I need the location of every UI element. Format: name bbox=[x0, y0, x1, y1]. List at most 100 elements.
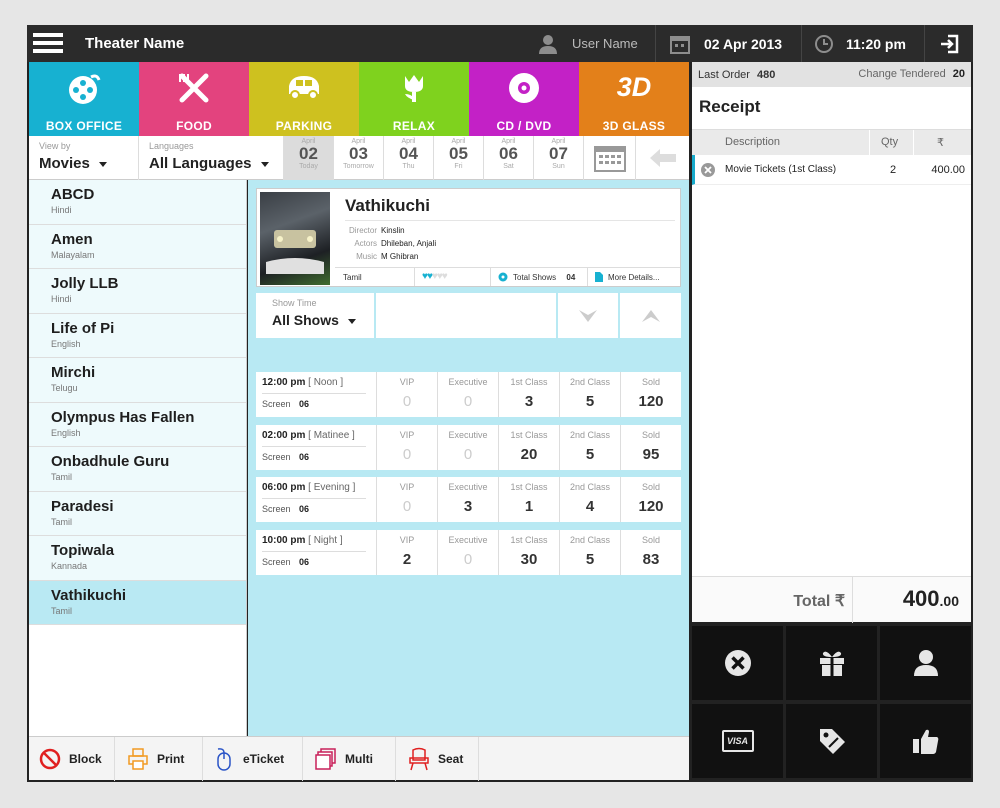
scroll-down-button[interactable] bbox=[558, 293, 618, 338]
gift-button[interactable] bbox=[786, 626, 877, 700]
languages-value: All Languages bbox=[149, 155, 252, 172]
eticket-button[interactable]: eTicket bbox=[203, 737, 303, 781]
seat-class-cell[interactable]: 2nd Class 5 bbox=[559, 372, 620, 417]
total-shows-label: Total Shows bbox=[513, 273, 557, 282]
block-button[interactable]: Block bbox=[29, 737, 115, 781]
show-row[interactable]: 02:00 pm [ Matinee ] Screen 06 VIP 0 Executi… bbox=[256, 424, 681, 470]
category-box-office[interactable]: BOX OFFICE bbox=[29, 62, 139, 136]
total-shows-value: 04 bbox=[566, 273, 576, 282]
seat-class-cell[interactable]: VIP 2 bbox=[376, 529, 437, 575]
date-tab[interactable]: April 03 Tomorrow bbox=[333, 136, 383, 180]
card-payment-button[interactable]: VISA bbox=[692, 704, 783, 778]
movie-list-item[interactable]: Onbadhule Guru Tamil bbox=[29, 447, 246, 492]
calendar-button[interactable] bbox=[583, 136, 635, 180]
remove-item-icon[interactable] bbox=[701, 163, 715, 177]
time-area: 11:20 pm bbox=[801, 25, 924, 62]
seat-class-cell[interactable]: Sold 83 bbox=[620, 529, 681, 575]
seat-class-cell[interactable]: Sold 120 bbox=[620, 372, 681, 417]
seat-class-cell[interactable]: Sold 95 bbox=[620, 424, 681, 470]
view-by-dropdown[interactable]: View by Movies bbox=[29, 136, 139, 180]
seat-class-cell[interactable]: 2nd Class 5 bbox=[559, 529, 620, 575]
date-tab[interactable]: April 05 Fri bbox=[433, 136, 483, 180]
movie-list-item[interactable]: Olympus Has Fallen English bbox=[29, 402, 246, 447]
seat-button[interactable]: Seat bbox=[396, 737, 479, 781]
print-button[interactable]: Print bbox=[115, 737, 203, 781]
show-period: [ Night ] bbox=[308, 534, 343, 546]
seat-class-cell[interactable]: Executive 0 bbox=[437, 529, 498, 575]
show-panel: Vathikuchi Director Kinslin Actors Dhileba… bbox=[248, 180, 689, 736]
show-row[interactable]: 10:00 pm [ Night ] Screen 06 VIP 2 Executive… bbox=[256, 529, 681, 575]
arrow-left-icon bbox=[649, 149, 676, 167]
back-button[interactable] bbox=[635, 136, 689, 180]
discount-tag-icon bbox=[819, 729, 845, 754]
show-search-area[interactable] bbox=[376, 293, 556, 338]
movie-title: Paradesi bbox=[51, 497, 114, 515]
confirm-button[interactable] bbox=[880, 704, 971, 778]
movie-list-item[interactable]: Paradesi Tamil bbox=[29, 491, 246, 536]
category-cd-dvd[interactable]: CD / DVD bbox=[469, 62, 579, 136]
seat-class-cell[interactable]: 1st Class 30 bbox=[498, 529, 559, 575]
receipt-line-item[interactable]: Movie Tickets (1st Class) 2 400.00 bbox=[692, 155, 971, 185]
movie-poster[interactable] bbox=[260, 192, 330, 285]
movie-list-item[interactable]: Topiwala Kannada bbox=[29, 536, 246, 581]
movie-list: ABCD Hindi Amen Malayalam Jolly LLB Hindi L… bbox=[29, 180, 247, 736]
movie-title: Amen bbox=[51, 230, 93, 248]
seat-class-cell[interactable]: 2nd Class 4 bbox=[559, 477, 620, 522]
seat-class-cell[interactable]: 1st Class 1 bbox=[498, 477, 559, 522]
seat-class-cell[interactable]: 2nd Class 5 bbox=[559, 424, 620, 470]
customer-button[interactable] bbox=[880, 626, 971, 700]
show-time-dropdown[interactable]: Show Time All Shows bbox=[256, 293, 374, 338]
show-row[interactable]: 06:00 pm [ Evening ] Screen 06 VIP 0 Executi… bbox=[256, 477, 681, 522]
category-3d-glass[interactable]: 3D 3D GLASS bbox=[579, 62, 689, 136]
languages-dropdown[interactable]: Languages All Languages bbox=[139, 136, 283, 180]
screen-value: 06 bbox=[299, 451, 310, 462]
more-details-link[interactable]: More Details... bbox=[608, 273, 660, 282]
show-row[interactable]: 12:00 pm [ Noon ] Screen 06 VIP 0 Executive 0… bbox=[256, 372, 681, 417]
logout-button[interactable] bbox=[924, 25, 973, 62]
receipt-header-row: Description Qty ₹ bbox=[692, 130, 971, 155]
movie-list-item[interactable]: Amen Malayalam bbox=[29, 224, 246, 269]
category-parking[interactable]: PARKING bbox=[249, 62, 359, 136]
seat-count: 0 bbox=[463, 393, 473, 410]
col-description: Description bbox=[725, 136, 781, 148]
multi-button[interactable]: Multi bbox=[303, 737, 396, 781]
cancel-order-button[interactable] bbox=[692, 626, 783, 700]
seat-class-cell[interactable]: 1st Class 20 bbox=[498, 424, 559, 470]
director-value: Kinslin bbox=[381, 226, 405, 235]
category-food[interactable]: FOOD bbox=[139, 62, 249, 136]
menu-icon[interactable] bbox=[33, 33, 63, 54]
seat-class-cell[interactable]: VIP 0 bbox=[376, 372, 437, 417]
top-bar: Theater Name User Name 02 Apr 2013 11:20… bbox=[27, 25, 973, 62]
last-order-value: 480 bbox=[757, 69, 776, 81]
scroll-up-button[interactable] bbox=[620, 293, 681, 338]
logout-icon bbox=[941, 34, 959, 53]
music-row: Music M Ghibran bbox=[341, 252, 418, 261]
film-reel-icon bbox=[69, 74, 101, 104]
date-tab[interactable]: April 07 Sun bbox=[533, 136, 583, 180]
last-order-label: Last Order bbox=[698, 69, 750, 81]
seat-class-cell[interactable]: Executive 3 bbox=[437, 477, 498, 522]
seat-class-cell[interactable]: Executive 0 bbox=[437, 372, 498, 417]
seat-class-cell[interactable]: VIP 0 bbox=[376, 424, 437, 470]
3d-icon: 3D bbox=[616, 72, 652, 102]
multi-copy-icon bbox=[315, 748, 336, 770]
seat-class-cell[interactable]: VIP 0 bbox=[376, 477, 437, 522]
date-tab[interactable]: April 06 Sat bbox=[483, 136, 533, 180]
movie-list-item[interactable]: ABCD Hindi bbox=[29, 180, 246, 225]
movie-list-item[interactable]: Jolly LLB Hindi bbox=[29, 269, 246, 314]
app-window: Theater Name User Name 02 Apr 2013 11:20… bbox=[27, 25, 973, 782]
seat-class-cell[interactable]: Sold 120 bbox=[620, 477, 681, 522]
category-relax[interactable]: RELAX bbox=[359, 62, 469, 136]
date-tab[interactable]: April 02 Today bbox=[283, 136, 333, 180]
seat-class-cell[interactable]: Executive 0 bbox=[437, 424, 498, 470]
movie-list-item-selected[interactable]: Vathikuchi Tamil bbox=[29, 580, 246, 625]
date-tab[interactable]: April 04 Thu bbox=[383, 136, 433, 180]
movie-list-item[interactable]: Life of Pi English bbox=[29, 313, 246, 358]
movie-list-item[interactable]: Mirchi Telugu bbox=[29, 358, 246, 403]
discount-button[interactable] bbox=[786, 704, 877, 778]
seat-class-label: VIP bbox=[399, 534, 415, 545]
seat-count: 0 bbox=[402, 498, 412, 515]
user-area[interactable]: User Name bbox=[527, 25, 655, 62]
seat-class-cell[interactable]: 1st Class 3 bbox=[498, 372, 559, 417]
show-time-value: 06:00 pm bbox=[262, 482, 306, 493]
